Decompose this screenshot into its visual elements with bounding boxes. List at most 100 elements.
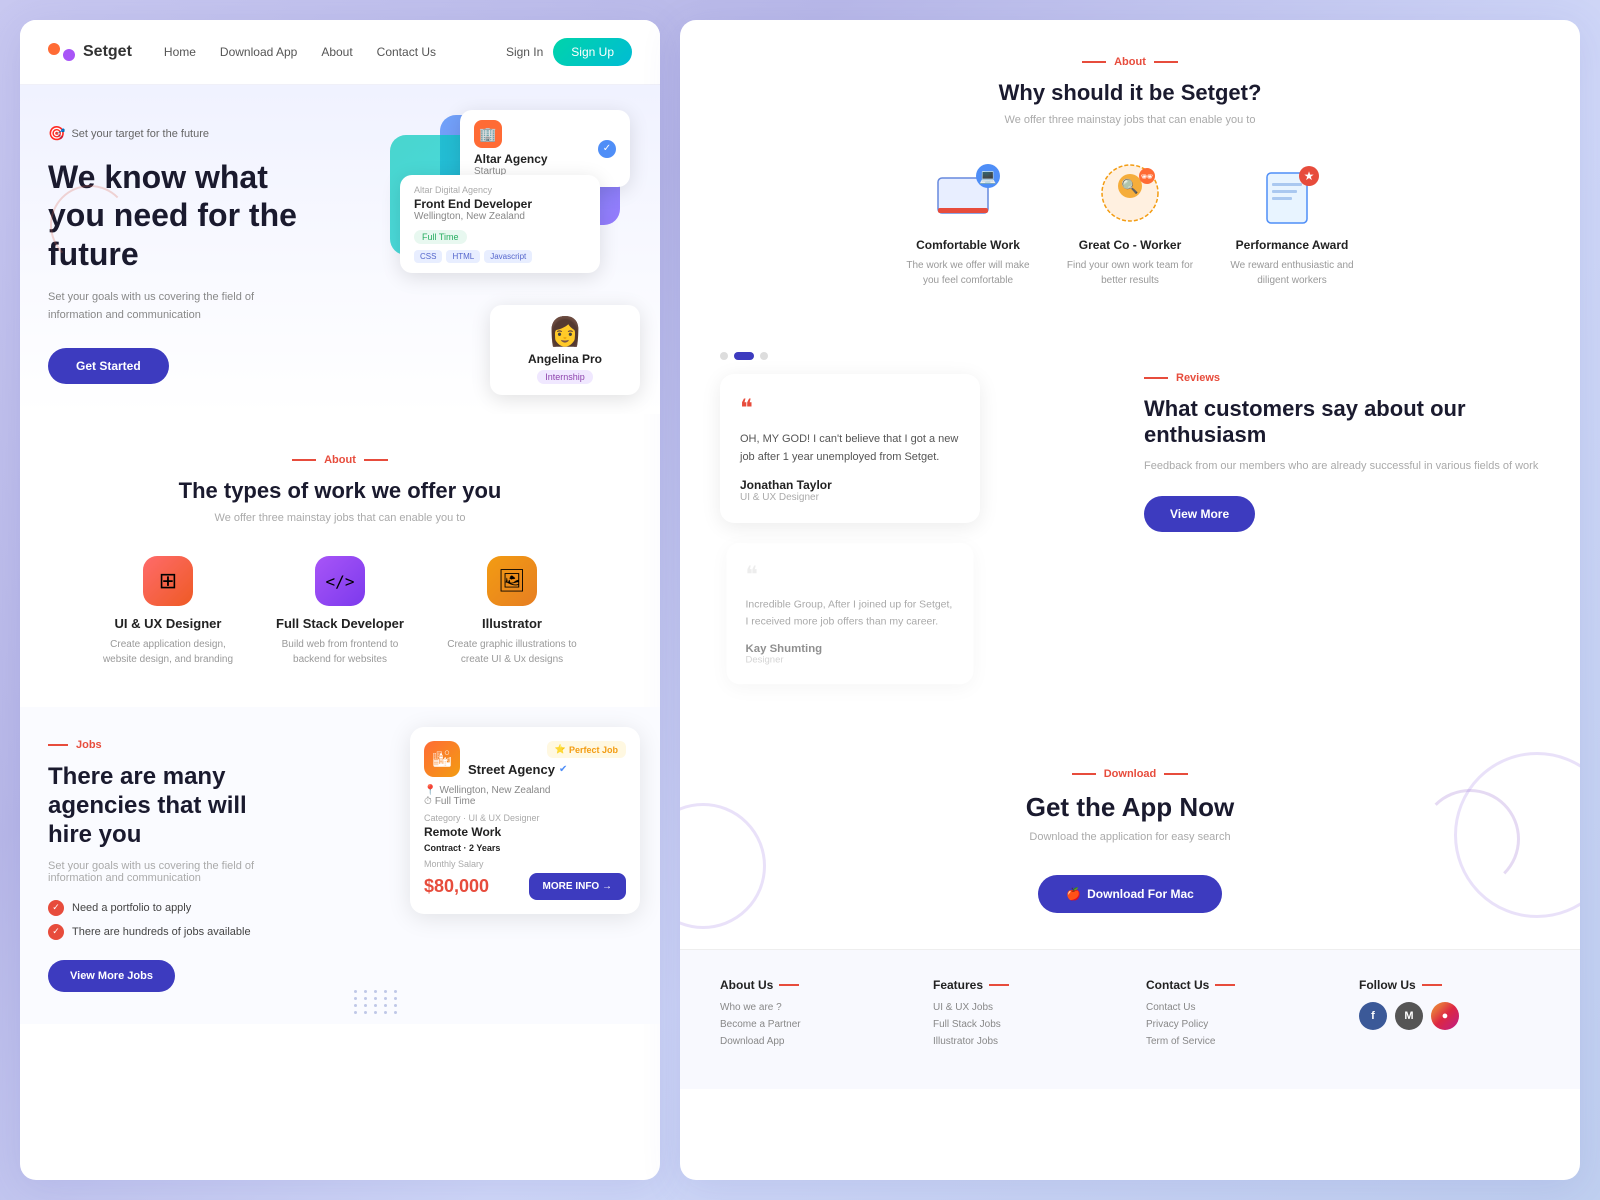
dl-line-right [1164,773,1188,775]
ux-icon: ⊞ [143,556,193,606]
ux-desc: Create application design, website desig… [98,637,238,667]
signin-button[interactable]: Sign In [506,45,543,59]
nav-about[interactable]: About [321,45,352,59]
internship-badge: Internship [537,370,593,384]
nav-contact[interactable]: Contact Us [377,45,436,59]
job-category: Category · UI & UX Designer [424,813,626,823]
footer: About Us Who we are ? Become a Partner D… [680,949,1580,1089]
review-role-1: UI & UX Designer [740,492,960,503]
coworker-desc: Find your own work team for better resul… [1065,258,1195,288]
dl-line-left [1072,773,1096,775]
reviews-label: Reviews [1144,372,1540,384]
job-role: Remote Work [424,825,626,839]
verified-icon: ✔ [559,764,567,775]
jobs-label-text: Jobs [76,739,102,751]
reviews-label-text: Reviews [1176,372,1220,384]
footer-terms[interactable]: Term of Service [1146,1036,1327,1047]
nav-actions: Sign In Sign Up [506,38,632,66]
checklist-item-2: ✓ There are hundreds of jobs available [48,924,632,940]
label-text: About [324,454,356,466]
footer-dl[interactable]: Download App [720,1036,901,1047]
more-info-button[interactable]: MORE INFO → [529,873,626,900]
svg-text:🔍: 🔍 [1121,177,1138,195]
navbar: Setget Home Download App About Contact U… [20,20,660,85]
feature-illus: 🖼 Illustrator Create graphic illustratio… [442,556,582,667]
features-row: ⊞ UI & UX Designer Create application de… [48,556,632,667]
clock-icon: ⏱ [424,796,432,807]
hero-subtitle: Set your goals with us covering the fiel… [48,289,288,324]
altar-check: ✓ [598,140,616,158]
footer-fullstack-jobs[interactable]: Full Stack Jobs [933,1019,1114,1030]
about-section: About The types of work we offer you We … [20,414,660,707]
footer-line-2 [989,984,1009,986]
footer-about-title: About Us [720,978,901,992]
footer-features-title: Features [933,978,1114,992]
arc-decoration [50,185,130,265]
contract-value: 2 Years [469,843,500,853]
job-card-header: 🏙 ⭐ Perfect Job Street Agency ✔ [424,741,626,777]
check-icon-1: ✓ [48,900,64,916]
logo-icon [48,43,75,61]
right-panel: About Why should it be Setget? We offer … [680,20,1580,1180]
job-type: ⏱ Full Time [424,796,626,807]
facebook-icon[interactable]: f [1359,1002,1387,1030]
instagram-icon[interactable]: ● [1431,1002,1459,1030]
footer-illus-jobs[interactable]: Illustrator Jobs [933,1036,1114,1047]
jobs-line [48,744,68,746]
check-icon-2: ✓ [48,924,64,940]
jobs-section: Jobs There are many agencies that will h… [20,707,660,1023]
perfect-job-badge: ⭐ Perfect Job [547,741,626,758]
why-award: ★ Performance Award We reward enthusiast… [1227,158,1357,288]
medium-icon[interactable]: M [1395,1002,1423,1030]
about-right-label: About [720,56,1540,68]
footer-col-contact: Contact Us Contact Us Privacy Policy Ter… [1146,978,1327,1053]
logo-text: Setget [83,43,132,61]
angelina-name: Angelina Pro [504,352,626,366]
footer-contact-title: Contact Us [1146,978,1327,992]
altar-logo: 🏢 [474,120,502,148]
download-label: Download [720,768,1540,780]
review-card-2: ❝ Incredible Group, After I joined up fo… [727,543,974,685]
tag-css: CSS [414,250,442,263]
altar-name: Altar Agency [474,152,548,166]
label-line-left [292,459,316,461]
r-label-line-right [1154,61,1178,63]
view-more-button[interactable]: View More [1144,496,1255,532]
reviews-section: ❝ OH, MY GOD! I can't believe that I got… [680,324,1580,732]
review-author-2: Kay Shumting [746,642,955,655]
footer-partner[interactable]: Become a Partner [720,1019,901,1030]
dev-desc: Build web from frontend to backend for w… [270,637,410,667]
dots-decoration [354,990,400,1014]
download-sub: Download the application for easy search [720,831,1540,843]
job-contract: Contract · 2 Years [424,843,626,853]
download-title: Get the App Now [720,792,1540,823]
jobs-sub: Set your goals with us covering the fiel… [48,860,268,884]
svg-text:🕶: 🕶 [1141,172,1154,183]
footer-contact[interactable]: Contact Us [1146,1002,1327,1013]
comfortable-name: Comfortable Work [903,238,1033,252]
tag-js: Javascript [484,250,532,263]
get-started-button[interactable]: Get Started [48,348,169,384]
footer-col-about: About Us Who we are ? Become a Partner D… [720,978,901,1053]
footer-col-social: Follow Us f M ● [1359,978,1540,1053]
review-text-2: Incredible Group, After I joined up for … [746,597,955,630]
footer-privacy[interactable]: Privacy Policy [1146,1019,1327,1030]
dl-label-text: Download [1104,768,1157,780]
footer-ux-jobs[interactable]: UI & UX Jobs [933,1002,1114,1013]
view-jobs-button[interactable]: View More Jobs [48,960,175,992]
logo: Setget [48,43,132,61]
signup-button[interactable]: Sign Up [553,38,632,66]
review-text-1: OH, MY GOD! I can't believe that I got a… [740,431,960,466]
dot-3 [760,352,768,360]
left-panel: Setget Home Download App About Contact U… [20,20,660,1180]
footer-col-features: Features UI & UX Jobs Full Stack Jobs Il… [933,978,1114,1053]
footer-who[interactable]: Who we are ? [720,1002,901,1013]
svg-text:★: ★ [1304,169,1315,183]
award-name: Performance Award [1227,238,1357,252]
nav-download[interactable]: Download App [220,45,297,59]
carousel-dots [720,352,1116,360]
download-mac-button[interactable]: 🍎 Download For Mac [1038,875,1222,913]
nav-home[interactable]: Home [164,45,196,59]
about-right-section: About Why should it be Setget? We offer … [680,20,1580,324]
quote-icon-1: ❝ [740,394,960,423]
